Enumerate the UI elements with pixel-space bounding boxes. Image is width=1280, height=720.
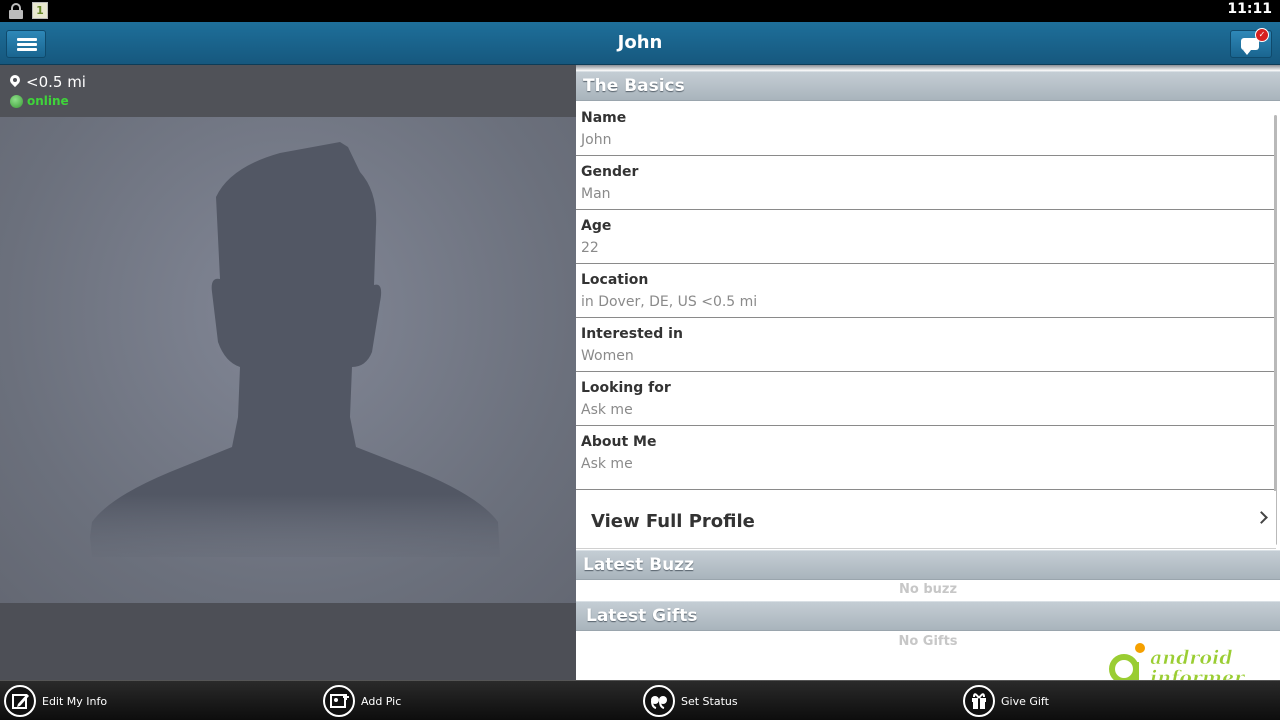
detail-row-looking-for: Looking for Ask me [576,372,1276,426]
messages-button[interactable]: ✓ [1230,28,1272,58]
detail-value: in Dover, DE, US <0.5 mi [581,294,758,310]
give-gift-label: Give Gift [1001,694,1049,708]
edit-my-info-label: Edit My Info [42,694,108,708]
edit-icon [4,685,36,717]
detail-row-about-me: About Me Ask me [576,426,1276,490]
distance-indicator: <0.5 mi [10,73,86,91]
add-pic-label: Add Pic [361,694,402,708]
online-status: online [10,94,69,108]
detail-label: Interested in [581,326,683,342]
online-dot-icon [10,94,23,108]
clock: 11:11 [1227,1,1272,17]
detail-label: Gender [581,164,639,180]
action-bar: John ✓ [0,22,1280,65]
distance-text: <0.5 mi [26,73,86,91]
set-status-label: Set Status [681,694,738,708]
detail-row-gender: Gender Man [576,156,1276,210]
bottom-action-bar: Edit My Info Add Pic Set Status Give Gif… [0,680,1280,720]
detail-value: Ask me [581,456,633,472]
section-header-buzz: Latest Buzz [576,550,1280,580]
status-bar: 1 11:11 [0,0,1280,22]
detail-label: Name [581,110,627,126]
detail-row-interested-in: Interested in Women [576,318,1276,372]
detail-row-age: Age 22 [576,210,1276,264]
detail-row-location: Location in Dover, DE, US <0.5 mi [576,264,1276,318]
profile-photo-panel: <0.5 mi online [0,65,576,680]
no-buzz-text: No buzz [898,582,958,597]
add-photo-icon [323,685,355,717]
view-full-profile-label: View Full Profile [591,511,755,532]
view-full-profile-button[interactable]: View Full Profile [576,491,1276,549]
location-pin-icon [10,75,20,89]
photo-footer [0,603,576,680]
detail-row-name: Name John [576,102,1276,156]
detail-label: About Me [581,434,657,450]
chevron-right-icon [1255,511,1268,524]
page-title: John [617,32,663,53]
gift-icon [963,685,995,717]
detail-label: Looking for [581,380,671,396]
scrollbar[interactable] [1274,115,1277,545]
location-header: <0.5 mi online [0,65,576,117]
detail-value: John [581,132,612,148]
profile-details-panel: The Basics Name John Gender Man Age 22 L… [576,65,1280,680]
detail-label: Location [581,272,649,288]
section-header-gifts: Latest Gifts [576,601,1280,631]
detail-value: Women [581,348,634,364]
section-header-basics: The Basics [576,71,1280,101]
detail-value: Man [581,186,611,202]
edit-my-info-button[interactable]: Edit My Info [4,684,107,718]
silhouette-icon [90,142,500,557]
message-badge: ✓ [1255,28,1269,42]
profile-photo[interactable] [0,117,576,603]
online-text: online [27,94,69,108]
detail-value: 22 [581,240,599,256]
quote-icon [643,685,675,717]
add-pic-button[interactable]: Add Pic [323,684,401,718]
set-status-button[interactable]: Set Status [643,684,738,718]
lock-icon [8,2,24,19]
give-gift-button[interactable]: Give Gift [963,684,1049,718]
watermark-line1: android [1150,647,1233,669]
detail-label: Age [581,218,612,234]
notification-icon: 1 [32,2,48,19]
detail-value: Ask me [581,402,633,418]
